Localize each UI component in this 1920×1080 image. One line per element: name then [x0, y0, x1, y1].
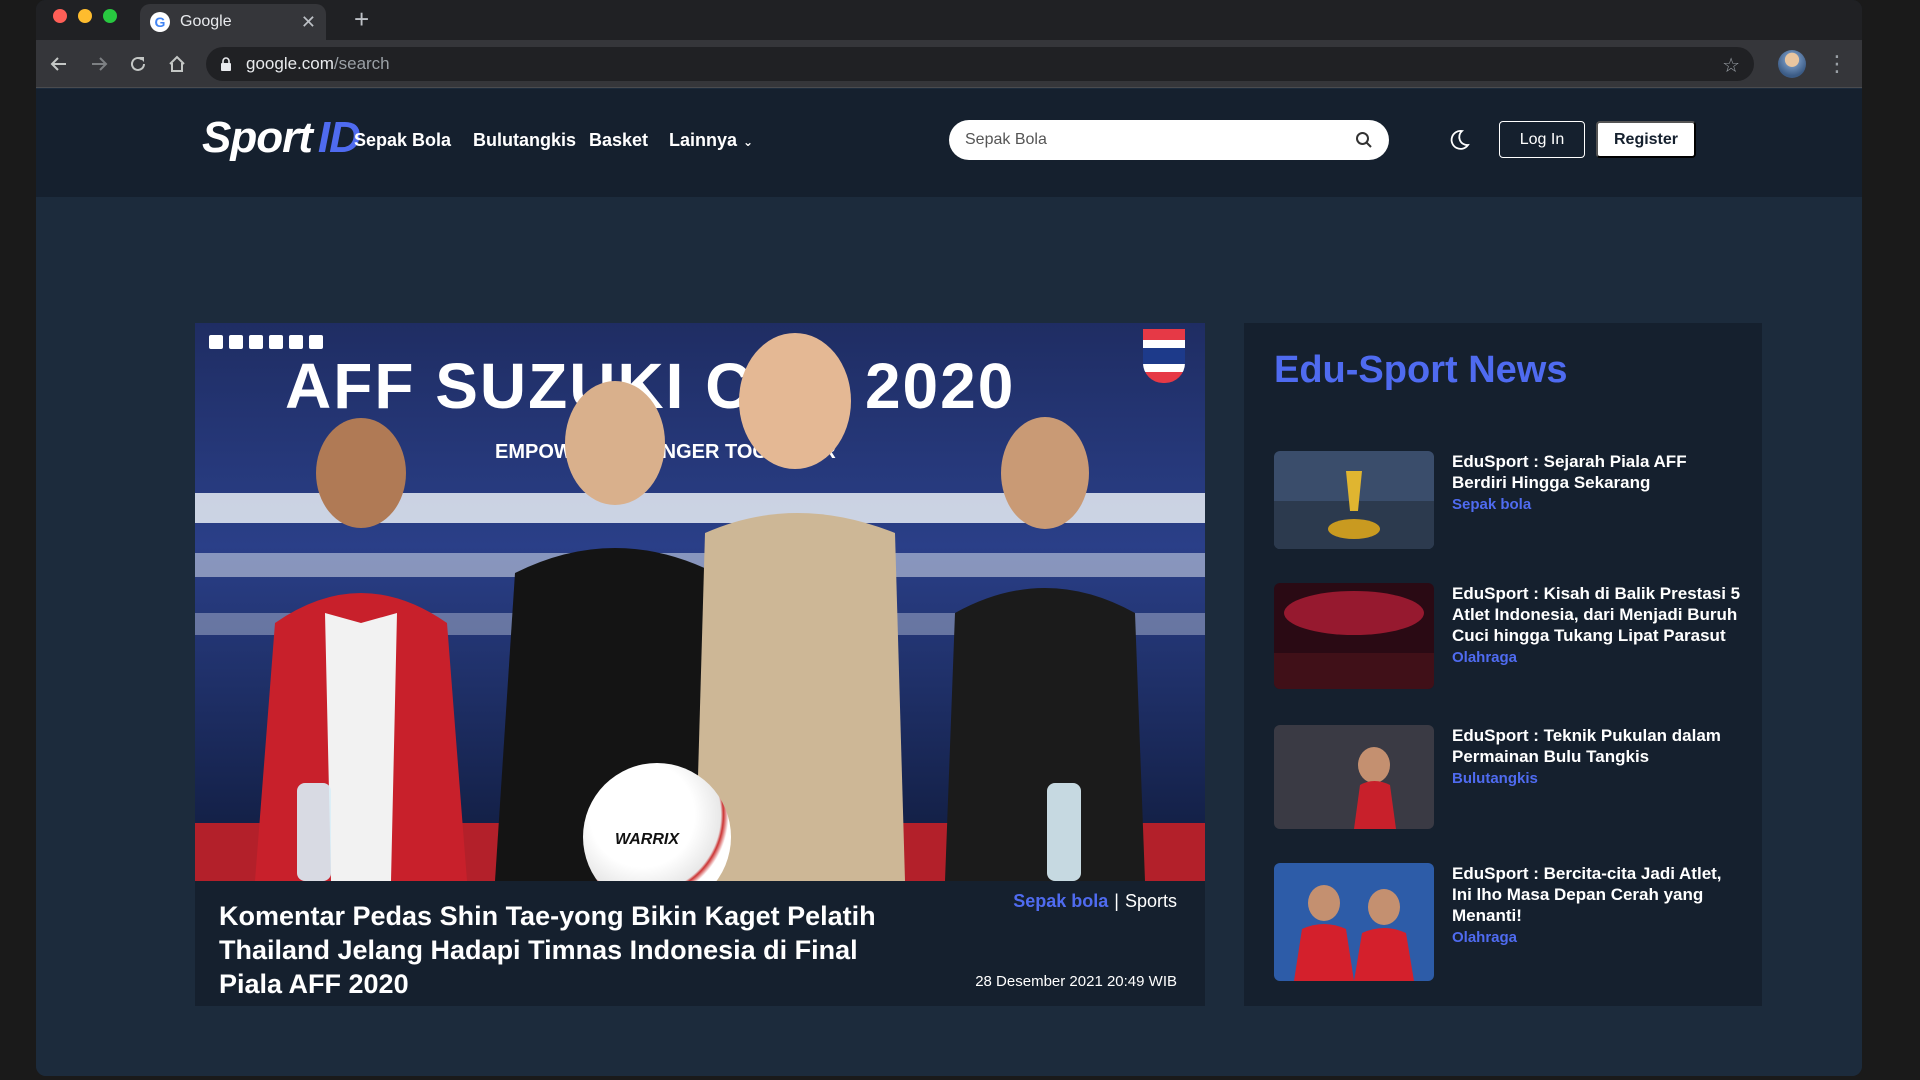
minimize-window-button[interactable] — [78, 9, 92, 23]
close-window-button[interactable] — [53, 9, 67, 23]
browser-window: G Google ✕ + google.com /search ☆ ⋮ Spor… — [36, 0, 1862, 1076]
reload-icon[interactable] — [125, 51, 151, 77]
news-text: EduSport : Sejarah Piala AFF Berdiri Hin… — [1452, 451, 1742, 513]
address-bar[interactable]: google.com /search ☆ — [206, 47, 1754, 81]
new-tab-icon[interactable]: + — [354, 4, 369, 35]
google-favicon-icon: G — [150, 12, 170, 32]
site-search — [949, 120, 1389, 160]
browser-toolbar: google.com /search ☆ ⋮ — [36, 40, 1862, 88]
maximize-window-button[interactable] — [103, 9, 117, 23]
hero-title[interactable]: Komentar Pedas Shin Tae-yong Bikin Kaget… — [219, 899, 879, 1001]
edu-sport-news-panel: Edu-Sport News EduSport : Sejarah Piala … — [1244, 323, 1762, 1006]
chevron-down-icon: ⌄ — [743, 135, 754, 149]
forward-icon[interactable] — [86, 51, 112, 77]
website: Sport ID Sepak Bola Bulutangkis Basket La… — [36, 89, 1862, 1076]
nav-lainnya[interactable]: Lainnya ⌄ — [669, 130, 753, 151]
news-category[interactable]: Olahraga — [1452, 929, 1742, 946]
tab-close-icon[interactable]: ✕ — [301, 12, 316, 33]
news-category[interactable]: Bulutangkis — [1452, 770, 1742, 787]
news-text: EduSport : Bercita-cita Jadi Atlet, Ini … — [1452, 863, 1742, 946]
profile-avatar[interactable] — [1778, 50, 1806, 78]
hero-tag-link[interactable]: Sports — [1125, 891, 1177, 911]
news-item[interactable]: EduSport : Teknik Pukulan dalam Permaina… — [1274, 725, 1744, 835]
login-button[interactable]: Log In — [1499, 121, 1585, 158]
tab-title: Google — [180, 13, 232, 30]
ball-brand: WARRIX — [615, 831, 679, 848]
bookmark-star-icon[interactable]: ☆ — [1722, 53, 1740, 78]
hero-meta: Sepak bola | Sports — [1013, 891, 1177, 912]
hero-article[interactable]: AFF SUZUKI CUP 2020 EMPOWER STRONGER TOG… — [195, 323, 1205, 1006]
search-icon[interactable] — [1355, 131, 1373, 149]
news-item[interactable]: EduSport : Sejarah Piala AFF Berdiri Hin… — [1274, 451, 1744, 561]
meta-separator: | — [1114, 891, 1119, 911]
back-icon[interactable] — [46, 51, 72, 77]
menu-kebab-icon[interactable]: ⋮ — [1826, 50, 1848, 78]
news-thumbnail — [1274, 583, 1434, 689]
hero-category-link[interactable]: Sepak bola — [1013, 891, 1108, 911]
logo-sport-text: Sport — [202, 113, 313, 162]
hero-date: 28 Desember 2021 20:49 WIB — [975, 973, 1177, 990]
url-path: /search — [333, 54, 390, 73]
tab-bar: G Google ✕ + — [36, 0, 1862, 40]
register-button[interactable]: Register — [1596, 121, 1696, 158]
hero-image: AFF SUZUKI CUP 2020 EMPOWER STRONGER TOG… — [195, 323, 1205, 881]
news-title[interactable]: EduSport : Sejarah Piala AFF Berdiri Hin… — [1452, 451, 1742, 493]
search-input[interactable] — [965, 131, 1355, 149]
news-text: EduSport : Teknik Pukulan dalam Permaina… — [1452, 725, 1742, 787]
sportid-logo[interactable]: Sport ID — [202, 113, 361, 163]
news-title[interactable]: EduSport : Teknik Pukulan dalam Permaina… — [1452, 725, 1742, 767]
news-title[interactable]: EduSport : Kisah di Balik Prestasi 5 Atl… — [1452, 583, 1742, 646]
news-text: EduSport : Kisah di Balik Prestasi 5 Atl… — [1452, 583, 1742, 666]
news-item[interactable]: EduSport : Bercita-cita Jadi Atlet, Ini … — [1274, 863, 1744, 981]
sidebar-title: Edu-Sport News — [1274, 349, 1568, 391]
home-icon[interactable] — [164, 51, 190, 77]
url-host: google.com — [246, 54, 334, 73]
news-item[interactable]: EduSport : Kisah di Balik Prestasi 5 Atl… — [1274, 583, 1744, 693]
nav-basket[interactable]: Basket — [589, 130, 648, 151]
nav-sepak-bola[interactable]: Sepak Bola — [354, 130, 451, 151]
nav-lainnya-label: Lainnya — [669, 130, 738, 150]
news-thumbnail — [1274, 451, 1434, 549]
news-thumbnail — [1274, 863, 1434, 981]
lock-icon — [221, 57, 231, 71]
browser-tab[interactable]: G Google ✕ — [140, 4, 326, 40]
dark-mode-moon-icon[interactable] — [1448, 129, 1470, 151]
news-category[interactable]: Olahraga — [1452, 649, 1742, 666]
news-category[interactable]: Sepak bola — [1452, 496, 1742, 513]
news-thumbnail — [1274, 725, 1434, 829]
site-navbar: Sport ID Sepak Bola Bulutangkis Basket La… — [36, 89, 1862, 197]
news-title[interactable]: EduSport : Bercita-cita Jadi Atlet, Ini … — [1452, 863, 1742, 926]
nav-bulutangkis[interactable]: Bulutangkis — [473, 130, 576, 151]
